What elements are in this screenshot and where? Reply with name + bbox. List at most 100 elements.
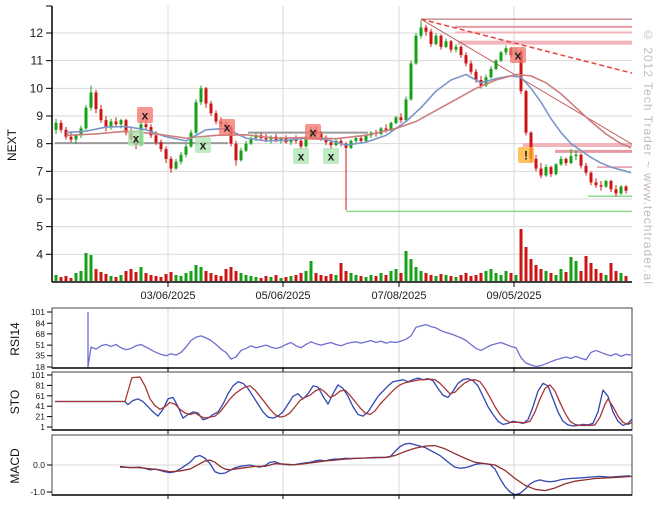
candle-body: [405, 99, 408, 120]
candle-body: [155, 135, 158, 142]
candle-body: [245, 144, 248, 151]
candle-body: [195, 102, 198, 132]
svg-text:03/06/2025: 03/06/2025: [140, 290, 195, 302]
svg-text:1: 1: [40, 422, 45, 432]
sto-series-line: [55, 378, 632, 426]
candle-body: [400, 117, 403, 120]
candle-body: [205, 88, 208, 103]
svg-text:x: x: [328, 150, 335, 164]
candle-body: [215, 113, 218, 121]
candle-body: [555, 164, 558, 174]
candle-body: [505, 48, 508, 52]
macd-panel-label: MACD: [8, 443, 22, 489]
candle-body: [470, 63, 473, 71]
candle-body: [430, 32, 433, 44]
candle-body: [545, 167, 548, 175]
candle-body: [180, 155, 183, 162]
chart-canvas: xxxxxxxx!12111098765403/06/202505/06/202…: [0, 0, 657, 514]
candle-body: [170, 159, 173, 169]
candle-body: [120, 120, 123, 124]
rsi-panel: 1018468513518: [31, 307, 632, 372]
watermark-text: © 2012 Tech Trader ~ www.techtrader.al: [641, 28, 655, 278]
candle-body: [605, 181, 608, 187]
rsi-panel-label: RSI14: [8, 319, 22, 359]
svg-text:x: x: [515, 49, 522, 63]
candle-body: [575, 155, 578, 156]
candle-body: [175, 162, 178, 169]
macd-panel: 0.0-1.0: [30, 435, 632, 499]
candle-body: [440, 36, 443, 47]
candle-body: [410, 63, 413, 99]
candle-body: [90, 92, 93, 107]
svg-text:10: 10: [30, 81, 44, 95]
svg-text:x: x: [224, 121, 231, 135]
candle-body: [595, 182, 598, 185]
svg-text:84: 84: [36, 318, 46, 328]
candle-body: [235, 144, 238, 161]
candle-body: [465, 55, 468, 63]
svg-text:9: 9: [36, 109, 43, 123]
candle-body: [600, 185, 603, 186]
svg-text:12: 12: [30, 26, 44, 40]
candle-body: [455, 47, 458, 50]
svg-text:41: 41: [36, 401, 46, 411]
price-plot-layer: [55, 19, 633, 281]
candle-body: [460, 47, 463, 55]
candle-body: [590, 173, 593, 183]
svg-text:68: 68: [36, 329, 46, 339]
candle-body: [415, 36, 418, 64]
svg-text:101: 101: [31, 370, 45, 380]
candle-body: [165, 149, 168, 159]
svg-text:8: 8: [36, 137, 43, 151]
candle-body: [200, 88, 203, 102]
candle-body: [540, 169, 543, 176]
candle-body: [585, 166, 588, 173]
ticker-label: NEXT: [5, 125, 19, 165]
candle-body: [495, 61, 498, 69]
candle-body: [620, 187, 623, 194]
svg-text:61: 61: [36, 391, 46, 401]
candle-body: [265, 138, 268, 139]
candle-body: [160, 142, 163, 149]
candle-body: [210, 104, 213, 114]
candle-body: [625, 187, 628, 191]
ma-fast-line: [66, 74, 631, 172]
candle-body: [75, 135, 78, 139]
svg-text:07/08/2025: 07/08/2025: [371, 290, 426, 302]
candle-body: [435, 36, 438, 44]
candle-body: [450, 41, 453, 49]
svg-text:x: x: [200, 139, 207, 153]
svg-text:101: 101: [31, 307, 45, 317]
rsi-series-line: [88, 312, 631, 367]
candle-body: [115, 122, 118, 125]
svg-text:6: 6: [36, 192, 43, 206]
candle-body: [550, 167, 553, 174]
candle-body: [145, 124, 148, 127]
svg-text:11: 11: [31, 54, 44, 68]
svg-text:x: x: [133, 132, 140, 146]
svg-text:35: 35: [36, 351, 46, 361]
candle-body: [385, 128, 388, 129]
svg-text:5: 5: [36, 220, 43, 234]
candle-body: [420, 27, 423, 35]
candle-body: [610, 181, 613, 189]
candle-body: [565, 159, 568, 163]
svg-text:81: 81: [36, 380, 46, 390]
candle-body: [425, 27, 428, 31]
candle-body: [560, 159, 563, 165]
candle-body: [185, 146, 188, 154]
candle-body: [95, 92, 98, 109]
svg-text:!: !: [524, 149, 528, 163]
candle-body: [105, 120, 108, 127]
svg-text:0.0: 0.0: [33, 460, 45, 470]
candle-body: [360, 138, 363, 141]
sto-panel-label: STO: [8, 382, 22, 422]
stock-chart-screenshot: NEXT RSI14 STO MACD © 2012 Tech Trader ~…: [0, 0, 657, 514]
candle-body: [100, 109, 103, 120]
candle-body: [60, 123, 63, 130]
main-price-panel: xxxxxxxx!12111098765403/06/202505/06/202…: [30, 6, 632, 302]
candle-body: [85, 108, 88, 129]
candle-body: [615, 189, 618, 193]
macd-series-line: [120, 446, 632, 491]
candle-body: [395, 117, 398, 123]
